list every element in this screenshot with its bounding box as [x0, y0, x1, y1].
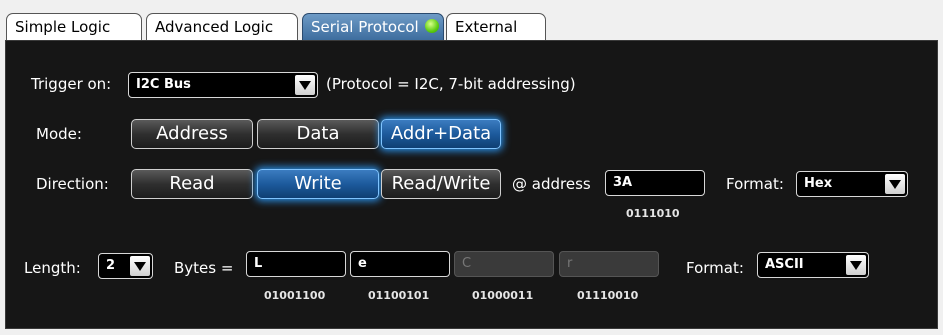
byte-3-input: C — [454, 251, 554, 277]
bytes-format-dropdown[interactable]: ASCII — [757, 252, 869, 278]
mode-address-button[interactable]: Address — [131, 119, 253, 149]
serial-protocol-panel: Trigger on: I2C Bus (Protocol = I2C, 7-b… — [5, 40, 938, 329]
byte-4-input: r — [559, 251, 659, 277]
green-status-dot-icon — [424, 19, 439, 33]
address-format-label: Format: — [726, 175, 784, 193]
byte-1-value: L — [254, 256, 263, 271]
direction-read-write-button[interactable]: Read/Write — [381, 169, 501, 199]
tab-serial-protocol[interactable]: Serial Protocol — [302, 13, 444, 40]
bytes-label: Bytes = — [174, 259, 234, 277]
byte-4-binary: 01110010 — [577, 289, 639, 302]
byte-1-input[interactable]: L — [246, 251, 346, 277]
byte-1-binary: 01001100 — [264, 289, 326, 302]
direction-label: Direction: — [36, 175, 109, 193]
byte-2-input[interactable]: e — [350, 251, 450, 277]
tab-simple-logic[interactable]: Simple Logic — [6, 13, 142, 40]
chevron-down-icon[interactable] — [846, 255, 866, 275]
address-format-value: Hex — [804, 176, 833, 191]
tab-label: Simple Logic — [15, 18, 111, 36]
trigger-label: Trigger on: — [31, 75, 112, 93]
length-label: Length: — [24, 259, 81, 277]
direction-write-button[interactable]: Write — [257, 169, 379, 199]
mode-data-button[interactable]: Data — [257, 119, 379, 149]
chevron-down-icon[interactable] — [130, 256, 150, 276]
address-input[interactable]: 3A — [605, 170, 705, 196]
mode-label: Mode: — [36, 125, 82, 143]
bytes-format-label: Format: — [686, 259, 744, 277]
chevron-down-icon[interactable] — [885, 174, 905, 194]
length-value: 2 — [106, 258, 116, 273]
trigger-value: I2C Bus — [136, 77, 191, 92]
bytes-format-value: ASCII — [765, 257, 804, 272]
tab-label: Advanced Logic — [155, 18, 274, 36]
address-binary: 0111010 — [626, 207, 680, 220]
byte-2-value: e — [358, 256, 367, 271]
chevron-down-icon[interactable] — [295, 75, 315, 95]
tab-external[interactable]: External — [446, 13, 546, 40]
mode-addr-data-button[interactable]: Addr+Data — [381, 119, 501, 149]
trigger-dropdown[interactable]: I2C Bus — [128, 72, 318, 98]
address-format-dropdown[interactable]: Hex — [796, 171, 908, 197]
protocol-note: (Protocol = I2C, 7-bit addressing) — [326, 75, 576, 93]
tab-bar: Simple Logic Advanced Logic Serial Proto… — [0, 0, 943, 40]
byte-3-value: C — [462, 256, 472, 271]
length-dropdown[interactable]: 2 — [98, 253, 153, 279]
tab-advanced-logic[interactable]: Advanced Logic — [146, 13, 298, 40]
byte-3-binary: 01000011 — [472, 289, 534, 302]
tab-label: External — [455, 18, 518, 36]
tab-label: Serial Protocol — [311, 18, 419, 36]
direction-read-button[interactable]: Read — [131, 169, 253, 199]
byte-2-binary: 01100101 — [368, 289, 430, 302]
address-value: 3A — [613, 175, 633, 190]
byte-4-value: r — [567, 256, 573, 271]
address-label: @ address — [512, 175, 591, 193]
